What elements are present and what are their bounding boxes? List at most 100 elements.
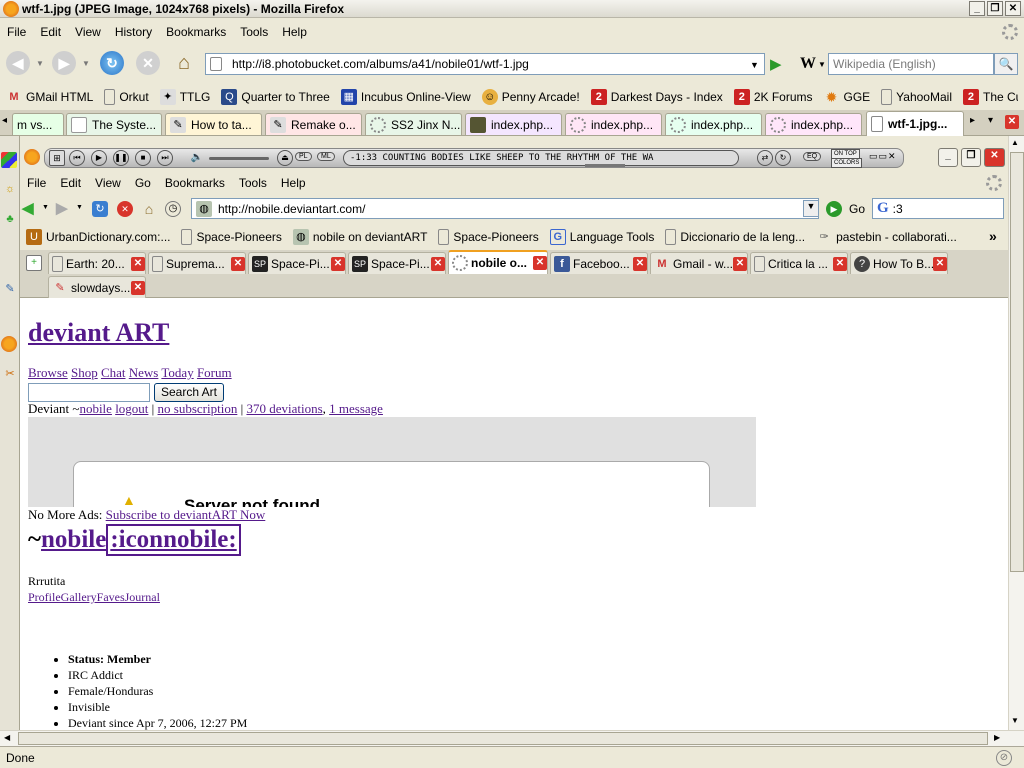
- seek-slider[interactable]: [585, 164, 625, 167]
- tab-close-icon[interactable]: ✕: [533, 256, 547, 270]
- tray-app-icon[interactable]: ♣: [2, 211, 18, 227]
- inner-forward-dropdown-icon[interactable]: ▼: [76, 204, 83, 211]
- inner-url-dropdown-icon[interactable]: ▼: [803, 200, 819, 217]
- inner-menu-go[interactable]: Go: [128, 176, 158, 190]
- outer-menu-history[interactable]: History: [108, 25, 159, 39]
- outer-horizontal-scrollbar[interactable]: ◀ ▶: [0, 730, 1024, 746]
- playlist-button[interactable]: PL: [295, 152, 312, 161]
- outer-bookmark-penny-arcade[interactable]: ☺ Penny Arcade!: [481, 89, 580, 105]
- inner-bookmarks-more-button[interactable]: »: [989, 228, 997, 244]
- player-window-buttons[interactable]: ▭▭✕: [869, 151, 897, 162]
- inner-history-icon[interactable]: ◷: [165, 201, 181, 217]
- outer-search-input[interactable]: Wikipedia (English): [828, 53, 994, 75]
- nav-chat[interactable]: Chat: [101, 365, 126, 380]
- inner-menu-edit[interactable]: Edit: [53, 176, 88, 190]
- outer-tab-7[interactable]: index.php...: [565, 113, 662, 135]
- inner-go-icon[interactable]: ▶: [826, 201, 842, 217]
- inner-close-button[interactable]: ✕: [984, 148, 1005, 167]
- inner-stop-icon[interactable]: ✕: [117, 201, 133, 217]
- tab-close-icon[interactable]: ✕: [131, 256, 145, 271]
- eject-icon[interactable]: ⏏: [277, 150, 293, 166]
- nav-browse[interactable]: Browse: [28, 365, 68, 380]
- scroll-right-arrow[interactable]: ▶: [994, 733, 1000, 742]
- inner-menu-view[interactable]: View: [88, 176, 128, 190]
- next-track-icon[interactable]: ⏭: [157, 150, 173, 166]
- outer-tab-list-button[interactable]: ▾: [988, 115, 993, 126]
- horizontal-scroll-thumb[interactable]: [18, 732, 988, 745]
- subscribe-link[interactable]: Subscribe to deviantART Now: [106, 507, 266, 522]
- outer-url-bar[interactable]: http://i8.photobucket.com/albums/a41/nob…: [205, 53, 765, 75]
- message-link[interactable]: 1 message: [329, 401, 383, 416]
- inner-minimize-button[interactable]: _: [938, 148, 958, 167]
- profile-icon-link[interactable]: :iconnobile:: [106, 524, 241, 556]
- logout-link[interactable]: logout: [115, 401, 148, 416]
- outer-tab-4[interactable]: ✎ Remake o...: [265, 113, 362, 135]
- outer-scroll-down-arrow[interactable]: ▼: [1011, 716, 1019, 725]
- outer-url-dropdown-icon[interactable]: ▼: [750, 60, 759, 70]
- outer-go-button[interactable]: ▶: [770, 55, 782, 73]
- outer-home-icon[interactable]: ⌂: [172, 51, 196, 75]
- nav-forum[interactable]: Forum: [197, 365, 232, 380]
- outer-bookmark-quarter-to-three[interactable]: Q Quarter to Three: [221, 89, 330, 105]
- inner-url-bar[interactable]: ◍ http://nobile.deviantart.com/: [191, 198, 819, 219]
- outer-bookmark-orkut[interactable]: Orkut: [104, 89, 149, 105]
- inner-tab-suprema[interactable]: Suprema... ✕: [148, 252, 246, 274]
- search-art-button[interactable]: Search Art: [154, 383, 224, 402]
- tab-close-icon[interactable]: ✕: [933, 256, 947, 271]
- outer-tab-1[interactable]: m vs...: [12, 113, 64, 135]
- deviations-link[interactable]: 370 deviations: [246, 401, 322, 416]
- player-menu-icon[interactable]: ⊞: [49, 150, 65, 166]
- outer-vertical-scrollbar[interactable]: ▲ ▼: [1008, 136, 1024, 730]
- outer-menu-edit[interactable]: Edit: [33, 25, 68, 39]
- search-art-input[interactable]: [28, 383, 150, 402]
- inner-tab-nobile-active[interactable]: nobile o... ✕: [448, 250, 548, 274]
- inner-home-icon[interactable]: ⌂: [141, 201, 157, 217]
- tab-close-icon[interactable]: ✕: [131, 280, 145, 295]
- outer-bookmark-cult-of-rapture[interactable]: 2The Cult of Rapture: [962, 89, 1018, 105]
- outer-close-button[interactable]: ✕: [1005, 1, 1021, 16]
- outer-menu-view[interactable]: View: [68, 25, 108, 39]
- tray-app-icon[interactable]: ✂: [2, 366, 18, 382]
- inner-menu-file[interactable]: File: [20, 176, 53, 190]
- inner-go-button[interactable]: Go: [849, 202, 865, 216]
- subscription-link[interactable]: no subscription: [158, 401, 238, 416]
- volume-icon[interactable]: 🔈: [189, 150, 205, 166]
- inner-tab-earth[interactable]: Earth: 20... ✕: [48, 252, 146, 274]
- inner-back-button[interactable]: ◀: [22, 199, 34, 217]
- inner-bookmark-pastebin[interactable]: ✑ pastebin - collaborati...: [816, 229, 956, 245]
- profile-name-link[interactable]: nobile: [41, 526, 106, 554]
- inner-bookmark-language-tools[interactable]: G Language Tools: [549, 229, 654, 245]
- inner-maximize-button[interactable]: ❐: [961, 148, 981, 167]
- outer-close-tab-button[interactable]: ✕: [1005, 115, 1019, 129]
- outer-stop-button[interactable]: ✕: [136, 51, 160, 75]
- colors-button[interactable]: COLORS: [831, 158, 863, 168]
- inner-menu-bookmarks[interactable]: Bookmarks: [158, 176, 232, 190]
- equalizer-button[interactable]: EQ: [803, 152, 822, 161]
- inner-bookmark-urbandictionary[interactable]: U UrbanDictionary.com:...: [26, 229, 170, 245]
- inner-bookmark-space-pioneers-1[interactable]: Space-Pioneers: [181, 229, 282, 245]
- outer-tab-9[interactable]: index.php...: [765, 113, 862, 135]
- firefox-taskbar-icon[interactable]: [1, 336, 17, 352]
- media-library-button[interactable]: ML: [317, 152, 335, 161]
- outer-scroll-up-arrow[interactable]: ▲: [1011, 138, 1019, 147]
- outer-scroll-thumb[interactable]: [1010, 152, 1024, 572]
- shuffle-icon[interactable]: ⇄: [757, 150, 773, 166]
- inner-tab-space-pi-1[interactable]: SP Space-Pi... ✕: [248, 252, 346, 274]
- previous-track-icon[interactable]: ⏮: [69, 150, 85, 166]
- outer-menu-bookmarks[interactable]: Bookmarks: [159, 25, 233, 39]
- tab-close-icon[interactable]: ✕: [833, 256, 847, 271]
- outer-tab-scroll-left[interactable]: ◂: [2, 115, 7, 126]
- nav-news[interactable]: News: [129, 365, 159, 380]
- outer-bookmark-gge[interactable]: ✹ GGE: [824, 89, 871, 105]
- inner-back-dropdown-icon[interactable]: ▼: [42, 204, 49, 211]
- outer-tab-3[interactable]: ✎ How to ta...: [165, 113, 262, 135]
- outer-tab-8[interactable]: index.php...: [665, 113, 762, 135]
- outer-forward-button[interactable]: ▶: [52, 51, 76, 75]
- inner-tab-how-to[interactable]: ? How To B... ✕: [850, 252, 948, 274]
- outer-tab-scroll-right[interactable]: ▸: [970, 115, 975, 126]
- tab-close-icon[interactable]: ✕: [331, 256, 345, 271]
- inner-tab-space-pi-2[interactable]: SP Space-Pi... ✕: [348, 252, 446, 274]
- outer-tab-10-active[interactable]: wtf-1.jpg...: [866, 111, 964, 136]
- inner-forward-button[interactable]: ▶: [56, 199, 68, 217]
- outer-tab-5[interactable]: SS2 Jinx N...: [365, 113, 462, 135]
